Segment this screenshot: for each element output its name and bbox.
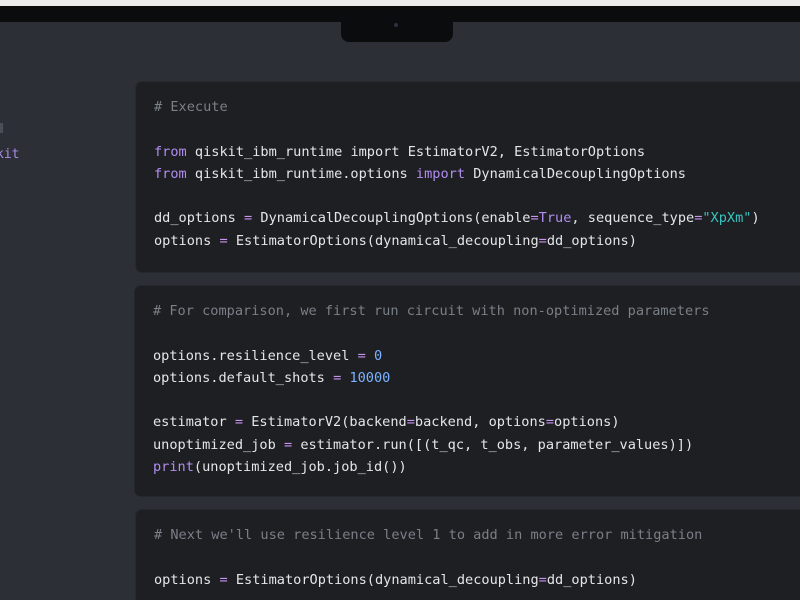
code-line: from qiskit_ibm_runtime.options import D…: [154, 163, 760, 185]
code-token-comment: # For comparison, we first run circuit w…: [153, 303, 710, 319]
code-line: options = EstimatorOptions(dynamical_dec…: [154, 230, 760, 252]
code-line: # Execute: [154, 96, 760, 118]
code-token-plain: options): [554, 414, 620, 431]
code-block: # For comparison, we first run circuit w…: [153, 300, 710, 478]
code-token-op: =: [538, 571, 547, 588]
code-token-plain: EstimatorV2(backend: [243, 414, 407, 431]
code-token-plain: DynamicalDecouplingOptions(enable: [252, 210, 531, 227]
code-line: ​: [153, 322, 710, 344]
code-token-num: 0: [373, 347, 383, 364]
code-line: unoptimized_job = estimator.run([(t_qc, …: [153, 434, 710, 456]
code-token-op: =: [357, 347, 366, 364]
code-line: ​: [154, 118, 760, 140]
code-token-op: =: [244, 210, 253, 227]
sidebar-partial-text[interactable]: kit: [0, 146, 19, 164]
code-token-plain: import: [350, 143, 400, 160]
code-token-kw: from: [154, 143, 187, 160]
code-token-op: =: [538, 232, 547, 249]
code-token-str: "XpXm": [702, 210, 752, 227]
code-token-plain: EstimatorV2, EstimatorOptions: [399, 143, 646, 160]
code-cell-execute[interactable]: # Execute​from qiskit_ibm_runtime import…: [136, 82, 800, 272]
code-token-plain: EstimatorOptions(dynamical_decoupling: [227, 571, 539, 588]
code-block: # Execute​from qiskit_ibm_runtime import…: [154, 96, 760, 252]
code-token-kw: import: [415, 165, 466, 182]
code-token-op: =: [219, 571, 228, 588]
code-line: print(unoptimized_job.job_id()): [153, 456, 710, 478]
code-block: # Next we'll use resilience level 1 to a…: [154, 524, 702, 591]
code-token-plain: dd_options): [546, 571, 637, 588]
code-token-op: =: [530, 210, 539, 227]
code-token-num: 10000: [349, 369, 391, 386]
code-token-plain: DynamicalDecouplingOptions: [465, 165, 686, 182]
code-line: # Next we'll use resilience level 1 to a…: [154, 524, 702, 546]
code-line: options = EstimatorOptions(dynamical_dec…: [154, 569, 702, 591]
code-token-op: =: [283, 436, 293, 453]
code-token-plain: estimator.run([(t_qc, t_obs, parameter_v…: [292, 436, 694, 453]
code-line: ​: [154, 185, 760, 207]
code-line: options.default_shots = 10000: [153, 367, 710, 389]
code-line: ​: [154, 546, 702, 568]
code-token-kw: True: [538, 210, 572, 227]
code-token-plain: qiskit_ibm_runtime.options: [186, 165, 416, 182]
code-cell-resilience[interactable]: # Next we'll use resilience level 1 to a…: [136, 510, 800, 600]
code-token-op: =: [219, 232, 228, 249]
code-line: dd_options = DynamicalDecouplingOptions(…: [154, 207, 760, 229]
code-token-plain: backend, options: [414, 414, 546, 431]
code-token-plain: dd_options): [546, 232, 637, 249]
code-line: options.resilience_level = 0: [153, 345, 710, 367]
code-token-plain: options: [154, 232, 220, 249]
camera-notch: [341, 16, 453, 42]
code-token-comment: # Execute: [154, 99, 228, 115]
code-line: ​: [153, 389, 710, 411]
code-token-plain: dd_options: [154, 210, 245, 227]
camera-icon: [394, 23, 398, 27]
code-cell-comparison[interactable]: # For comparison, we first run circuit w…: [135, 286, 800, 496]
code-token-kw: print: [153, 459, 194, 476]
code-line: # For comparison, we first run circuit w…: [153, 300, 710, 322]
code-token-plain: qiskit_ibm_runtime: [186, 143, 351, 160]
code-token-plain: , sequence_type: [571, 210, 695, 227]
code-token-op: =: [545, 414, 555, 431]
code-line: from qiskit_ibm_runtime import Estimator…: [154, 141, 760, 163]
code-token-plain: unoptimized_job: [153, 436, 284, 453]
screen: kit # Execute​from qiskit_ibm_runtime im…: [0, 22, 800, 600]
code-token-plain: ): [751, 210, 760, 227]
code-token-comment: # Next we'll use resilience level 1 to a…: [154, 527, 703, 543]
code-token-op: =: [406, 414, 415, 431]
code-token-plain: (unoptimized_job.job_id()): [193, 459, 407, 476]
code-token-plain: options.resilience_level: [153, 347, 358, 364]
code-token-plain: EstimatorOptions(dynamical_decoupling: [227, 232, 539, 249]
code-line: estimator = EstimatorV2(backend=backend,…: [153, 411, 710, 433]
code-token-plain: options.default_shots: [153, 369, 334, 386]
code-token-plain: options: [154, 571, 220, 588]
code-token-op: =: [234, 414, 244, 431]
code-token-plain: estimator: [153, 414, 235, 431]
sidebar-marker: [0, 123, 3, 133]
code-token-kw: from: [154, 165, 187, 182]
